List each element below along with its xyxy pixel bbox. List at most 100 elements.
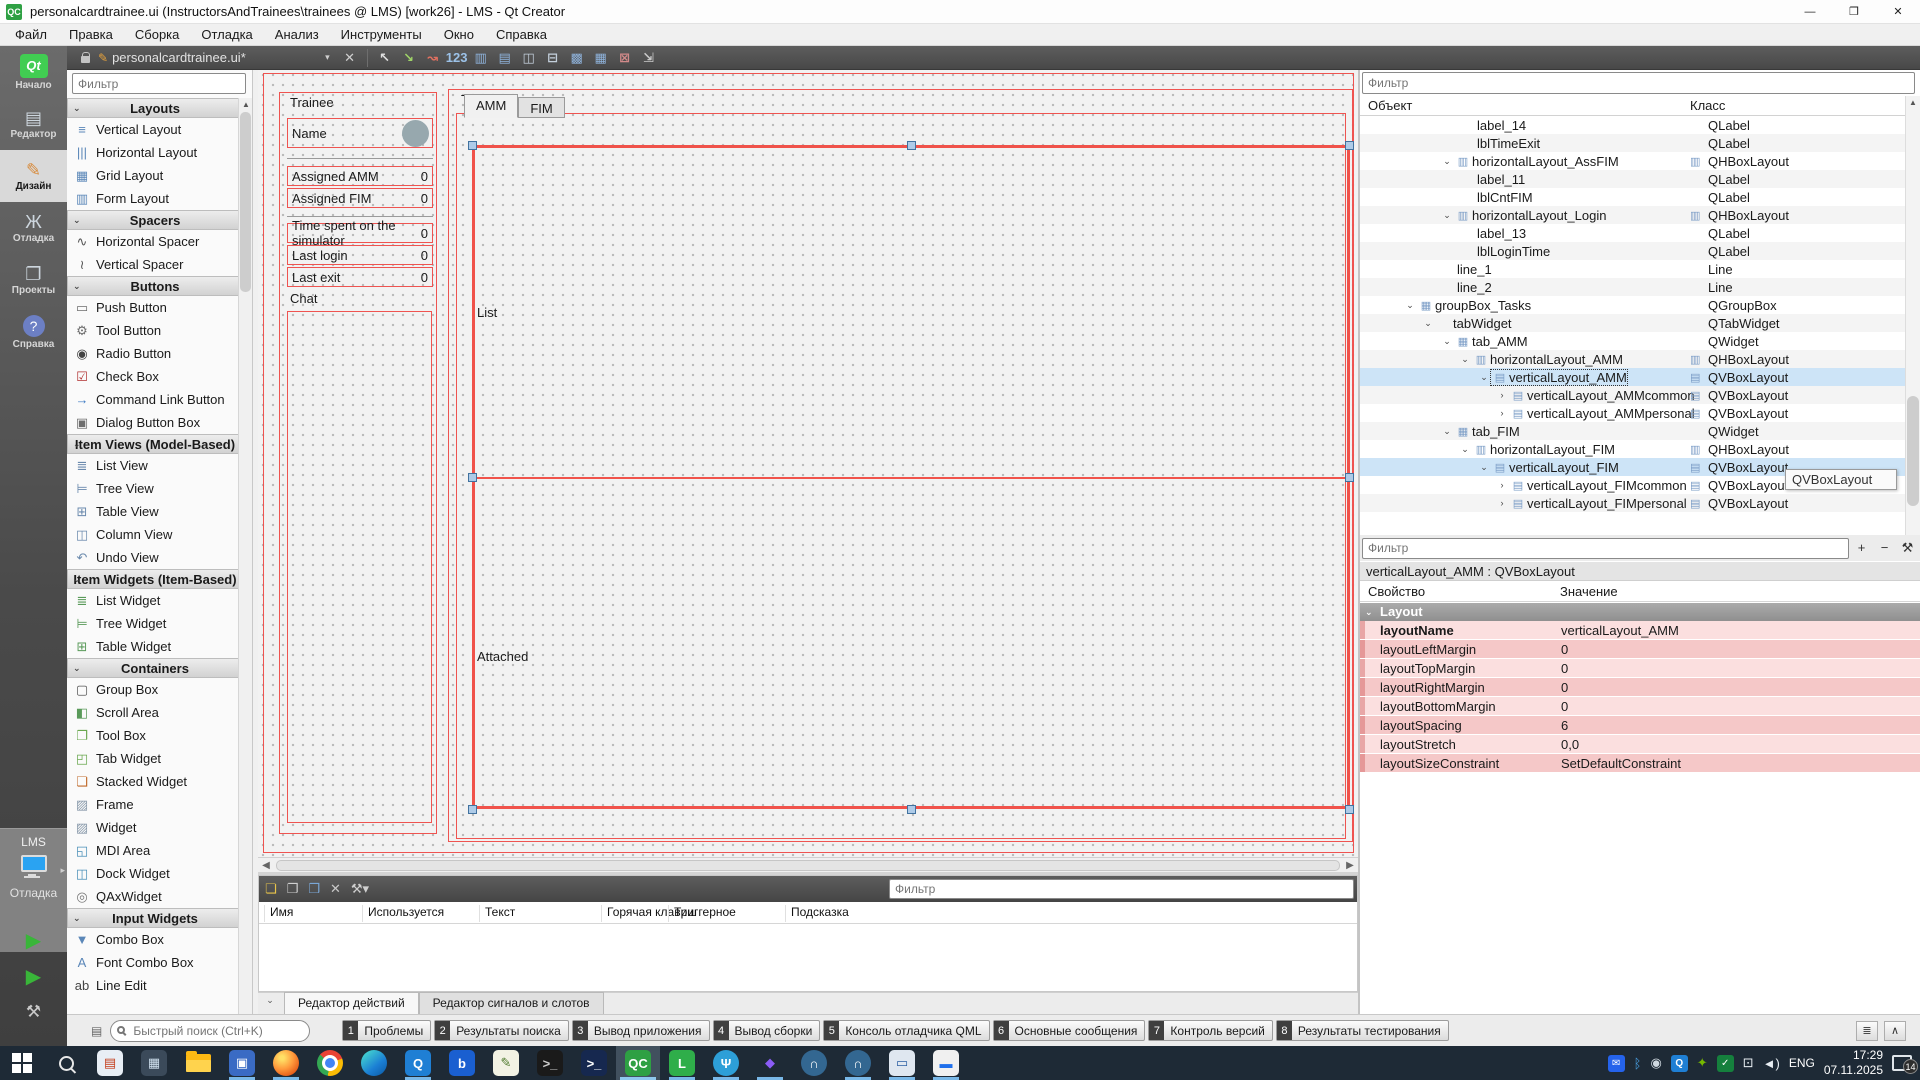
open-document-selector[interactable]: personalcardtrainee.ui* xyxy=(112,50,317,65)
layout-horizontally-icon[interactable]: ▥ xyxy=(469,47,493,69)
document-dropdown-icon[interactable]: ▾ xyxy=(325,52,330,63)
widgetbox-item[interactable]: ≡ Vertical Layout xyxy=(67,118,239,141)
minimize-button[interactable]: — xyxy=(1788,0,1832,23)
scroll-right-icon[interactable]: ▶ xyxy=(1342,860,1358,871)
widgetbox-item[interactable]: ⊞ Table Widget xyxy=(67,635,239,658)
info-row[interactable]: Last login 0 xyxy=(287,245,433,265)
widgetbox-item[interactable]: ▨ Widget xyxy=(67,816,239,839)
widgetbox-item[interactable]: → Command Link Button xyxy=(67,388,239,411)
import-action-icon[interactable]: ❒ xyxy=(308,881,320,897)
tree-expander-icon[interactable]: ⌄ xyxy=(1477,462,1491,473)
output-pane-button[interactable]: 3 Вывод приложения xyxy=(572,1020,710,1041)
widgetbox-filter-input[interactable] xyxy=(72,73,246,94)
close-button[interactable]: ✕ xyxy=(1876,0,1920,23)
scroll-left-icon[interactable]: ◀ xyxy=(258,860,274,871)
anydesk-tray-icon[interactable]: Q xyxy=(1671,1055,1688,1072)
mode-edit[interactable]: ▤ Редактор xyxy=(0,98,67,150)
run-button[interactable]: ▶ xyxy=(0,924,67,956)
tree-expander-icon[interactable]: ⌄ xyxy=(1440,156,1454,167)
widgetbox-item[interactable]: ◎ QAxWidget xyxy=(67,885,239,908)
mode-design[interactable]: ✎ Дизайн xyxy=(0,150,67,202)
menu-item[interactable]: Сборка xyxy=(124,25,191,44)
object-tree-row[interactable]: ⌄ ▦ tab_AMM QWidget xyxy=(1360,332,1905,350)
widgetbox-item[interactable]: ❏ Stacked Widget xyxy=(67,770,239,793)
object-tree-row[interactable]: line_1 Line xyxy=(1360,260,1905,278)
name-row[interactable]: Name xyxy=(287,118,433,148)
property-value[interactable]: verticalLayout_AMM xyxy=(1553,623,1679,638)
object-tree-row[interactable]: › ▤ verticalLayout_AMMpersonal ▤ QVBoxLa… xyxy=(1360,404,1905,422)
tree-expander-icon[interactable]: ⌄ xyxy=(1440,336,1454,347)
widgetbox-item[interactable]: ⌄ Layouts xyxy=(67,98,239,118)
output-pane-button[interactable]: 1 Проблемы xyxy=(342,1020,431,1041)
widgetbox-item[interactable]: ▢ Group Box xyxy=(67,678,239,701)
widgetbox-item[interactable]: ⌄ Spacers xyxy=(67,210,239,230)
edit-buddies-icon[interactable]: ↝ xyxy=(421,47,445,69)
windows-security-icon[interactable]: ✓ xyxy=(1717,1055,1734,1072)
chat-label[interactable]: Chat xyxy=(288,291,319,306)
nvidia-icon[interactable]: ✦ xyxy=(1697,1055,1708,1071)
tree-expander-icon[interactable]: › xyxy=(1495,408,1509,418)
debug-run-button[interactable]: ▶ xyxy=(0,960,67,992)
widgetbox-item[interactable]: ↶ Undo View xyxy=(67,546,239,569)
value-column-header[interactable]: Значение xyxy=(1560,584,1618,599)
scroll-up-icon[interactable]: ▲ xyxy=(1906,96,1920,109)
menu-item[interactable]: Инструменты xyxy=(330,25,433,44)
action-column-header[interactable]: Триггерное xyxy=(668,905,736,922)
task-tab[interactable]: FIM xyxy=(518,97,564,118)
bottom-tab[interactable]: Редактор сигналов и слотов xyxy=(419,992,604,1014)
menu-item[interactable]: Файл xyxy=(4,25,58,44)
object-tree-row[interactable]: lblCntFIM QLabel xyxy=(1360,188,1905,206)
qt-creator-icon[interactable]: QC xyxy=(616,1046,660,1080)
object-tree-row[interactable]: ⌄ ▦ groupBox_Tasks QGroupBox xyxy=(1360,296,1905,314)
selection-handle[interactable] xyxy=(1345,141,1354,150)
widgetbox-item[interactable]: ◰ Tab Widget xyxy=(67,747,239,770)
selection-handle[interactable] xyxy=(907,805,916,814)
object-tree-row[interactable]: › ▤ verticalLayout_FIMpersonal ▤ QVBoxLa… xyxy=(1360,494,1905,512)
notification-center-icon[interactable]: 14 xyxy=(1892,1055,1912,1071)
object-tree-row[interactable]: label_11 QLabel xyxy=(1360,170,1905,188)
layout-form-icon[interactable]: ▩ xyxy=(565,47,589,69)
build-button[interactable]: ⚒ xyxy=(0,996,67,1028)
scrollbar-thumb[interactable] xyxy=(276,860,1340,871)
info-row[interactable]: Last exit 0 xyxy=(287,267,433,287)
widgetbox-scrollbar[interactable]: ▲ xyxy=(238,98,252,1014)
widgetbox-item[interactable]: ||| Horizontal Layout xyxy=(67,141,239,164)
output-pane-button[interactable]: 5 Консоль отладчика QML xyxy=(823,1020,989,1041)
output-pane-button[interactable]: 7 Контроль версий xyxy=(1148,1020,1272,1041)
widgetbox-item[interactable]: ◫ Dock Widget xyxy=(67,862,239,885)
widgetbox-item[interactable]: ⊨ Tree Widget xyxy=(67,612,239,635)
collapse-panel-icon[interactable]: ∧ xyxy=(1884,1021,1906,1041)
ethernet-icon[interactable]: ⊡ xyxy=(1743,1055,1754,1071)
edit-tab-order-icon[interactable]: 123 xyxy=(445,47,469,69)
widgetbox-item[interactable]: ▼ Combo Box xyxy=(67,928,239,951)
break-layout-icon[interactable]: ⊠ xyxy=(613,47,637,69)
layout-vertical-splitter-icon[interactable]: ⊟ xyxy=(541,47,565,69)
property-column-header[interactable]: Свойство xyxy=(1368,584,1425,599)
tree-expander-icon[interactable]: ⌄ xyxy=(1458,444,1472,455)
file-explorer-icon[interactable] xyxy=(176,1046,220,1080)
info-row[interactable]: Assigned FIM 0 xyxy=(287,188,433,208)
property-value[interactable]: 6 xyxy=(1553,718,1568,733)
menu-item[interactable]: Отладка xyxy=(190,25,263,44)
tree-expander-icon[interactable]: ⌄ xyxy=(1458,354,1472,365)
duplicate-action-icon[interactable]: ❐ xyxy=(287,881,299,897)
layout-property-group[interactable]: ⌄ Layout xyxy=(1360,603,1920,621)
tree-expander-icon[interactable]: ⌄ xyxy=(1440,426,1454,437)
chrome-icon[interactable] xyxy=(308,1046,352,1080)
scrollbar-thumb[interactable] xyxy=(1907,396,1919,506)
scrollbar-thumb[interactable] xyxy=(240,112,251,292)
task-tab[interactable]: AMM xyxy=(464,94,518,118)
line-separator[interactable] xyxy=(287,158,433,159)
widgetbox-item[interactable]: ◱ MDI Area xyxy=(67,839,239,862)
property-row[interactable]: layoutRightMargin 0 xyxy=(1360,678,1920,697)
mode-welcome[interactable]: Qt Начало xyxy=(0,46,67,98)
selection-handle[interactable] xyxy=(468,141,477,150)
property-row[interactable]: layoutStretch 0,0 xyxy=(1360,735,1920,754)
info-row[interactable]: Assigned AMM 0 xyxy=(287,166,433,186)
fork-git-icon[interactable]: Ψ xyxy=(704,1046,748,1080)
obsidian-icon[interactable]: ◆ xyxy=(748,1046,792,1080)
panel-chevron-icon[interactable]: ⌄ xyxy=(260,995,280,1013)
selection-handle[interactable] xyxy=(1345,473,1354,482)
layout-grid-icon[interactable]: ▦ xyxy=(589,47,613,69)
property-row[interactable]: layoutSpacing 6 xyxy=(1360,716,1920,735)
